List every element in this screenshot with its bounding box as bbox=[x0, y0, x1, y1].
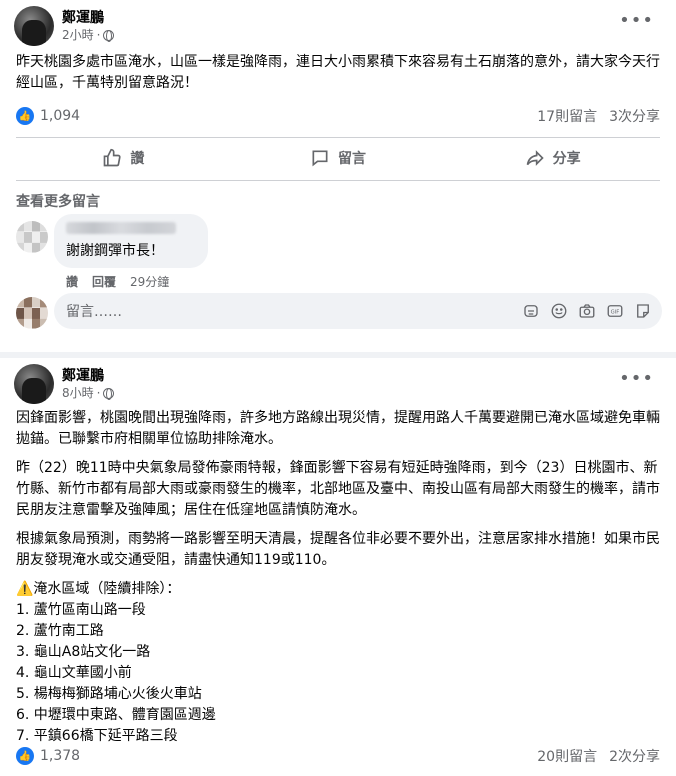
current-user-avatar[interactable] bbox=[16, 297, 48, 329]
comments-count[interactable]: 20則留言 bbox=[537, 746, 597, 766]
post-paragraph: 因鋒面影響，桃園晚間出現強降雨，許多地方路線出現災情，提醒用路人千萬要避開已淹水… bbox=[16, 410, 660, 447]
comments-count[interactable]: 17則留言 bbox=[537, 106, 597, 126]
post-text: 昨天桃園多處市區淹水，山區一樣是強降雨，連日大小雨累積下來容易有土石崩落的意外，… bbox=[16, 54, 660, 91]
comment-actions: 讚 回覆 29分鐘 bbox=[66, 273, 169, 290]
post-stats: 👍 1,378 20則留言 2次分享 bbox=[16, 744, 660, 768]
flood-list-title: ⚠️淹水區域（陸續排除）： bbox=[16, 581, 181, 597]
comment-icon bbox=[312, 150, 328, 167]
share-button[interactable]: 分享 bbox=[445, 141, 660, 175]
post-time[interactable]: 2小時 bbox=[62, 27, 94, 43]
divider bbox=[16, 180, 660, 181]
list-item: 1. 蘆竹區南山路一段 bbox=[16, 602, 146, 618]
post-paragraph: 根據氣象局預測，雨勢將一路影響至明天清晨，提醒各位非必要不要外出，注意居家排水措… bbox=[16, 531, 660, 568]
flood-area-list: 1. 蘆竹區南山路一段 2. 蘆竹南工路 3. 龜山A8站文化一路 4. 龜山文… bbox=[16, 600, 662, 747]
comment-placeholder: 留言…… bbox=[66, 304, 122, 320]
share-icon bbox=[526, 150, 544, 166]
commenter-name-redacted[interactable] bbox=[66, 222, 176, 234]
list-item: 5. 楊梅梅獅路埔心火後火車站 bbox=[16, 686, 202, 702]
post-text: 因鋒面影響，桃園晚間出現強降雨，許多地方路線出現災情，提醒用路人千萬要避開已淹水… bbox=[16, 408, 662, 747]
post-paragraph: 昨（22）晚11時中央氣象局發佈豪雨特報，鋒面影響下容易有短延時強降雨，到今（2… bbox=[16, 460, 660, 518]
shares-count[interactable]: 3次分享 bbox=[609, 106, 660, 126]
more-options-icon[interactable]: ••• bbox=[619, 12, 654, 30]
avatar-sticker-icon[interactable] bbox=[522, 302, 540, 320]
see-more-comments-link[interactable]: 查看更多留言 bbox=[16, 191, 100, 211]
divider bbox=[16, 137, 660, 138]
post-header: 鄭運鵬 2小時 · bbox=[14, 6, 115, 46]
author-avatar[interactable] bbox=[14, 364, 54, 404]
list-item: 3. 龜山A8站文化一路 bbox=[16, 644, 151, 660]
more-options-icon[interactable]: ••• bbox=[619, 370, 654, 388]
emoji-icon[interactable] bbox=[550, 302, 568, 320]
list-item: 6. 中壢環中東路、體育園區週邊 bbox=[16, 707, 216, 723]
gif-icon[interactable]: GIF bbox=[606, 302, 624, 320]
comment-input[interactable]: 留言…… GIF bbox=[54, 293, 662, 329]
comment-time[interactable]: 29分鐘 bbox=[130, 273, 169, 290]
post-card: 鄭運鵬 2小時 · ••• 昨天桃園多處市區淹水，山區一樣是強降雨，連日大小雨累… bbox=[0, 0, 676, 352]
comment-like-link[interactable]: 讚 bbox=[66, 273, 78, 290]
comment-bubble: 謝謝鋼彈市長！ bbox=[54, 214, 208, 268]
sticker-icon[interactable] bbox=[634, 302, 652, 320]
comment-button[interactable]: 留言 bbox=[231, 141, 446, 175]
list-item: 2. 蘆竹南工路 bbox=[16, 623, 104, 639]
like-count[interactable]: 1,094 bbox=[40, 108, 80, 124]
post-header: 鄭運鵬 8小時 · bbox=[14, 364, 115, 404]
post-card: 鄭運鵬 8小時 · ••• 因鋒面影響，桃園晚間出現強降雨，許多地方路線出現災情… bbox=[0, 358, 676, 776]
globe-icon bbox=[103, 387, 115, 400]
author-name[interactable]: 鄭運鵬 bbox=[62, 9, 114, 27]
author-avatar[interactable] bbox=[14, 6, 54, 46]
thumbs-up-icon bbox=[103, 148, 121, 167]
list-item: 4. 龜山文華國小前 bbox=[16, 665, 132, 681]
thumbs-up-icon: 👍 bbox=[16, 747, 34, 765]
post-time[interactable]: 8小時 bbox=[62, 385, 94, 401]
author-name[interactable]: 鄭運鵬 bbox=[62, 367, 114, 385]
globe-icon bbox=[103, 29, 115, 42]
like-count[interactable]: 1,378 bbox=[40, 748, 80, 764]
camera-icon[interactable] bbox=[578, 302, 596, 320]
action-bar: 讚 留言 分享 bbox=[16, 141, 660, 175]
thumbs-up-icon: 👍 bbox=[16, 107, 34, 125]
composer-tools: GIF bbox=[522, 302, 662, 320]
comment-text: 謝謝鋼彈市長！ bbox=[66, 243, 164, 259]
comment-reply-link[interactable]: 回覆 bbox=[92, 273, 116, 290]
commenter-avatar[interactable] bbox=[16, 221, 48, 253]
post-stats: 👍 1,094 17則留言 3次分享 bbox=[16, 104, 660, 128]
shares-count[interactable]: 2次分享 bbox=[609, 746, 660, 766]
svg-text:GIF: GIF bbox=[611, 309, 620, 315]
like-button[interactable]: 讚 bbox=[16, 141, 231, 175]
